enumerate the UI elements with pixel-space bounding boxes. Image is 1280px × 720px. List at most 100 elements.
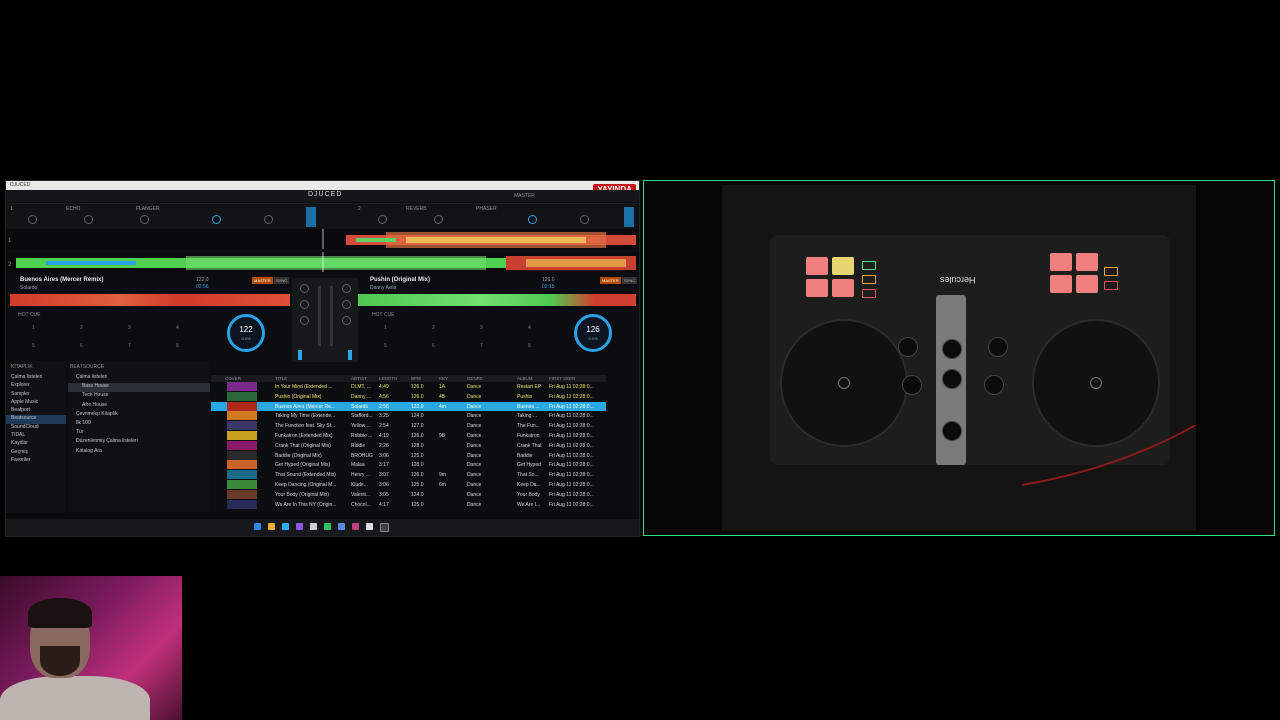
pad-5[interactable]: 5	[384, 343, 387, 349]
fx-knob[interactable]	[434, 215, 443, 224]
library-item[interactable]: SoundCloud	[6, 424, 66, 432]
table-row[interactable]: Keep Dancing (Original M... Klude... 3:06 1…	[211, 479, 606, 490]
eq-low-knob[interactable]	[300, 316, 309, 325]
library-item[interactable]: Beatport	[6, 407, 66, 415]
eq-high-knob[interactable]	[342, 284, 351, 293]
fx-knob[interactable]	[84, 215, 93, 224]
tree-item[interactable]: Çevrimdışı Kitaplık	[68, 411, 210, 420]
fx-knob[interactable]	[28, 215, 37, 224]
pad-4[interactable]: 4	[528, 325, 531, 331]
app-icon[interactable]	[366, 523, 373, 530]
deck2-scrolling-waveform[interactable]: 2	[6, 252, 639, 272]
crossfader-right[interactable]	[348, 350, 352, 360]
eq-high-knob[interactable]	[300, 284, 309, 293]
fx-toggle[interactable]	[624, 207, 634, 227]
library-item[interactable]: Geçmiş	[6, 449, 66, 457]
col-bpm[interactable]: BPM	[411, 376, 421, 381]
eq-mid-knob[interactable]	[300, 300, 309, 309]
tree-item[interactable]: Katalog Ara	[68, 448, 210, 457]
deck1-jog-display[interactable]: 122 0.0%	[227, 314, 265, 352]
fx-knob[interactable]	[212, 215, 221, 224]
pad-7[interactable]: 7	[480, 343, 483, 349]
table-row[interactable]: Buenos Aires (Mercer Re... Solardo 2:56 122…	[211, 401, 606, 412]
pad-2[interactable]: 2	[80, 325, 83, 331]
pad-5[interactable]: 5	[32, 343, 35, 349]
table-row[interactable]: Pushin (Original Mix) Danny ... 4:56 126.0 4…	[211, 391, 606, 402]
library-item[interactable]: TIDAL	[6, 432, 66, 440]
app-icon[interactable]	[310, 523, 317, 530]
app-icon[interactable]	[338, 523, 345, 530]
pad-7[interactable]: 7	[128, 343, 131, 349]
pad-8[interactable]: 8	[176, 343, 179, 349]
deck1-master-button[interactable]: MASTER	[252, 277, 273, 284]
deck2-hotcue-label[interactable]: HOT CUE	[372, 312, 394, 318]
col-title[interactable]: TITLE	[275, 376, 287, 381]
windows-start-icon[interactable]	[254, 523, 261, 530]
table-row[interactable]: Your Body (Original Mix) Valenti... 3:05 12…	[211, 489, 606, 500]
library-item[interactable]: Apple Music	[6, 399, 66, 407]
library-item[interactable]: Kayıtlar	[6, 440, 66, 448]
deck1-scrolling-waveform[interactable]: 1	[6, 229, 639, 249]
tree-item[interactable]: Tech House	[68, 392, 210, 401]
table-row[interactable]: Funkatron (Extended Mix) Robbie ... 4:19 12…	[211, 430, 606, 441]
table-row[interactable]: That Sound (Extended Mix) Henry ... 3:07 12…	[211, 470, 606, 480]
col-key[interactable]: KEY	[439, 376, 448, 381]
browser-icon[interactable]	[282, 523, 289, 530]
channel-fader[interactable]	[318, 286, 321, 346]
col-album[interactable]: ALBUM	[517, 376, 533, 381]
pad-1[interactable]: 1	[32, 325, 35, 331]
tree-item[interactable]: Afro House	[68, 402, 210, 411]
deck2-overview-waveform[interactable]	[356, 294, 636, 306]
library-item[interactable]: Çalma listeleri	[6, 374, 66, 382]
deck2-jog-display[interactable]: 126 0.0%	[574, 314, 612, 352]
library-item[interactable]: Explorer	[6, 382, 66, 390]
fx-label-3[interactable]: REVERB	[406, 206, 427, 212]
table-row[interactable]: The Function feat. Sky St... Yellow ... 2:…	[211, 421, 606, 431]
pad-1[interactable]: 1	[384, 325, 387, 331]
fx-knob[interactable]	[580, 215, 589, 224]
tree-item[interactable]: Ilk 100	[68, 420, 210, 429]
app-icon[interactable]	[296, 523, 303, 530]
app-icon[interactable]	[324, 523, 331, 530]
fx-toggle[interactable]	[306, 207, 316, 227]
deck1-overview-waveform[interactable]	[10, 294, 290, 306]
deck1-sync-button[interactable]: SYNC	[274, 277, 290, 284]
table-row[interactable]: Get Hyped (Original Mix) Malaa 3:17 128.0 Da…	[211, 460, 606, 470]
fx-knob[interactable]	[140, 215, 149, 224]
app-icon[interactable]	[380, 523, 389, 532]
library-item[interactable]: Favoriler	[6, 457, 66, 465]
app-icon[interactable]	[352, 523, 359, 530]
fx-label-2[interactable]: FLANGER	[136, 206, 160, 212]
fx-knob[interactable]	[378, 215, 387, 224]
channel-fader[interactable]	[330, 286, 333, 346]
deck2-sync-button[interactable]: SYNC	[622, 277, 638, 284]
col-first-seen[interactable]: FIRST SEEN	[549, 376, 575, 381]
table-row[interactable]: We Are In This NY (Origin... Chocol... 4:1…	[211, 499, 606, 510]
pad-2[interactable]: 2	[432, 325, 435, 331]
pad-8[interactable]: 8	[528, 343, 531, 349]
fx-knob[interactable]	[528, 215, 537, 224]
pad-4[interactable]: 4	[176, 325, 179, 331]
eq-mid-knob[interactable]	[342, 300, 351, 309]
tree-item[interactable]: Çalma listeleri	[68, 374, 210, 383]
fx-label-1[interactable]: ECHO	[66, 206, 80, 212]
folder-icon[interactable]	[268, 523, 275, 530]
table-row[interactable]: Taking My Time (Extende... Stafford... 3:2…	[211, 411, 606, 421]
tree-item[interactable]: Tür	[68, 429, 210, 438]
table-row[interactable]: Crank That (Original Mix) Riddle 2:26 128.0…	[211, 440, 606, 451]
col-artist[interactable]: ARTIST	[351, 376, 367, 381]
fx-knob[interactable]	[264, 215, 273, 224]
library-item-selected[interactable]: Beatsource	[6, 415, 66, 424]
pad-6[interactable]: 6	[432, 343, 435, 349]
col-cover[interactable]: COVER	[225, 376, 241, 381]
pad-6[interactable]: 6	[80, 343, 83, 349]
pad-3[interactable]: 3	[128, 325, 131, 331]
eq-low-knob[interactable]	[342, 316, 351, 325]
table-row[interactable]: Baddie (Original Mix) BROHUG 3:06 125.0 Danc…	[211, 450, 606, 461]
pad-3[interactable]: 3	[480, 325, 483, 331]
col-length[interactable]: LENGTH	[379, 376, 397, 381]
col-genre[interactable]: GENRE	[467, 376, 483, 381]
deck1-hotcue-label[interactable]: HOT CUE	[18, 312, 40, 318]
deck2-master-button[interactable]: MASTER	[600, 277, 621, 284]
table-row[interactable]: In Your Mind (Extended ... DLMT, ... 4:49 1…	[211, 382, 606, 392]
